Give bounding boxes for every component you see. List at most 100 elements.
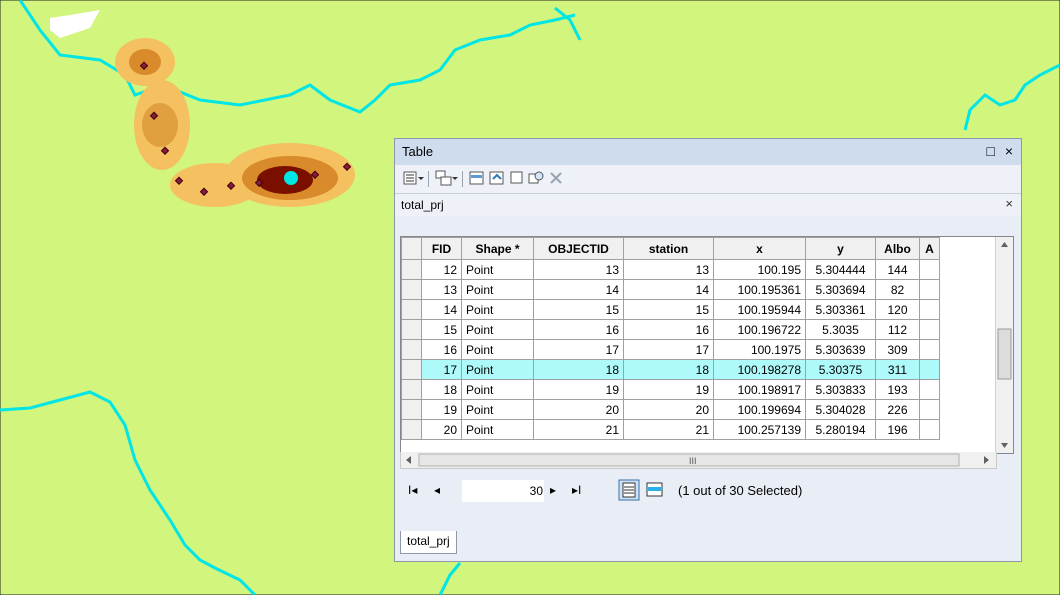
- cell-station: 21: [623, 419, 714, 440]
- tab-total-prj[interactable]: total_prj: [400, 531, 457, 554]
- column-header-station[interactable]: station: [623, 237, 714, 260]
- column-header-albo[interactable]: Albo: [875, 237, 920, 260]
- cell-albo: 112: [875, 319, 920, 340]
- attribute-grid[interactable]: FID Shape * OBJECTID station x y Albo A …: [400, 236, 1014, 454]
- show-selected-records-icon[interactable]: [646, 481, 664, 502]
- cell-x: 100.1975: [713, 339, 806, 360]
- cell-fid: 13: [421, 279, 462, 300]
- cell-a: [919, 399, 940, 420]
- cell-shape: Point: [461, 399, 534, 420]
- title-bar[interactable]: Table □ ×: [395, 139, 1021, 165]
- record-number-field[interactable]: 30: [462, 480, 544, 502]
- cell-albo: 82: [875, 279, 920, 300]
- column-header-y[interactable]: y: [805, 237, 876, 260]
- scroll-left-icon[interactable]: [406, 456, 411, 464]
- table-row[interactable]: 16 Point 17 17 100.1975 5.303639 309: [401, 339, 940, 360]
- next-record-button[interactable]: ▸: [550, 483, 556, 497]
- table-window[interactable]: Table □ × total_prj × FID Shape * OBJECT…: [394, 138, 1022, 562]
- cell-objectid: 20: [533, 399, 624, 420]
- column-header-shape[interactable]: Shape *: [461, 237, 534, 260]
- cell-y: 5.304028: [805, 399, 876, 420]
- record-navigation: I◂ ◂ 30 ▸ ▸I (1 out of 30 Selected): [400, 476, 1012, 506]
- select-by-attributes-icon[interactable]: [469, 170, 485, 188]
- cell-a: [919, 359, 940, 380]
- cell-station: 13: [623, 259, 714, 280]
- cell-a: [919, 379, 940, 400]
- cell-fid: 20: [421, 419, 462, 440]
- switch-selection-icon[interactable]: [489, 170, 505, 188]
- cell-a: [919, 299, 940, 320]
- close-table-button[interactable]: ×: [1005, 196, 1013, 211]
- cell-albo: 226: [875, 399, 920, 420]
- cell-station: 17: [623, 339, 714, 360]
- row-selector[interactable]: [401, 359, 422, 380]
- table-row[interactable]: 17 Point 18 18 100.198278 5.30375 311: [401, 359, 940, 380]
- cell-a: [919, 279, 940, 300]
- show-all-records-icon[interactable]: [618, 479, 640, 504]
- clear-selection-icon[interactable]: [509, 170, 525, 188]
- cell-objectid: 16: [533, 319, 624, 340]
- previous-record-button[interactable]: ◂: [434, 483, 440, 497]
- window-title: Table: [402, 144, 434, 159]
- cell-shape: Point: [461, 359, 534, 380]
- row-selector[interactable]: [401, 399, 422, 420]
- table-row[interactable]: 15 Point 16 16 100.196722 5.3035 112: [401, 319, 940, 340]
- restore-button[interactable]: □: [987, 143, 995, 159]
- cell-a: [919, 339, 940, 360]
- cell-objectid: 17: [533, 339, 624, 360]
- delete-selected-icon[interactable]: [548, 170, 564, 188]
- cell-x: 100.199694: [713, 399, 806, 420]
- row-selector[interactable]: [401, 379, 422, 400]
- row-selector-header[interactable]: [401, 237, 422, 260]
- last-record-button[interactable]: ▸I: [572, 483, 581, 497]
- vertical-scrollbar[interactable]: [995, 237, 1013, 453]
- table-row[interactable]: 14 Point 15 15 100.195944 5.303361 120: [401, 299, 940, 320]
- toolbar-separator: [462, 171, 463, 187]
- scroll-right-icon[interactable]: [984, 456, 989, 464]
- cell-objectid: 21: [533, 419, 624, 440]
- cell-objectid: 13: [533, 259, 624, 280]
- cell-albo: 309: [875, 339, 920, 360]
- close-button[interactable]: ×: [1005, 143, 1013, 159]
- cell-shape: Point: [461, 279, 534, 300]
- scroll-up-icon[interactable]: [1001, 242, 1008, 247]
- cell-fid: 18: [421, 379, 462, 400]
- column-header-objectid[interactable]: OBJECTID: [533, 237, 624, 260]
- row-selector[interactable]: [401, 279, 422, 300]
- cell-y: 5.3035: [805, 319, 876, 340]
- first-record-button[interactable]: I◂: [408, 483, 417, 497]
- cell-y: 5.30375: [805, 359, 876, 380]
- cell-station: 18: [623, 359, 714, 380]
- row-selector[interactable]: [401, 319, 422, 340]
- column-header-fid[interactable]: FID: [421, 237, 462, 260]
- row-selector[interactable]: [401, 419, 422, 440]
- column-header-a[interactable]: A: [919, 237, 940, 260]
- scroll-down-icon[interactable]: [1001, 443, 1008, 448]
- scroll-thumb[interactable]: [997, 328, 1012, 380]
- row-selector[interactable]: [401, 259, 422, 280]
- row-selector[interactable]: [401, 299, 422, 320]
- cell-albo: 144: [875, 259, 920, 280]
- cell-x: 100.195944: [713, 299, 806, 320]
- row-selector[interactable]: [401, 339, 422, 360]
- cell-shape: Point: [461, 379, 534, 400]
- cell-objectid: 15: [533, 299, 624, 320]
- cell-x: 100.195361: [713, 279, 806, 300]
- header-row: FID Shape * OBJECTID station x y Albo A: [401, 237, 940, 260]
- table-tab-header: total_prj ×: [395, 193, 1021, 216]
- cell-y: 5.303833: [805, 379, 876, 400]
- horizontal-scrollbar[interactable]: III: [400, 452, 997, 469]
- column-header-x[interactable]: x: [713, 237, 806, 260]
- table-options-icon[interactable]: [403, 170, 425, 188]
- cell-fid: 19: [421, 399, 462, 420]
- related-tables-icon[interactable]: [435, 170, 459, 188]
- table-row[interactable]: 19 Point 20 20 100.199694 5.304028 226: [401, 399, 940, 420]
- table-row[interactable]: 18 Point 19 19 100.198917 5.303833 193: [401, 379, 940, 400]
- table-row[interactable]: 20 Point 21 21 100.257139 5.280194 196: [401, 419, 940, 440]
- cell-station: 14: [623, 279, 714, 300]
- zoom-to-selected-icon[interactable]: [528, 170, 544, 188]
- cell-a: [919, 319, 940, 340]
- cell-objectid: 18: [533, 359, 624, 380]
- table-row[interactable]: 13 Point 14 14 100.195361 5.303694 82: [401, 279, 940, 300]
- table-row[interactable]: 12 Point 13 13 100.195 5.304444 144: [401, 259, 940, 280]
